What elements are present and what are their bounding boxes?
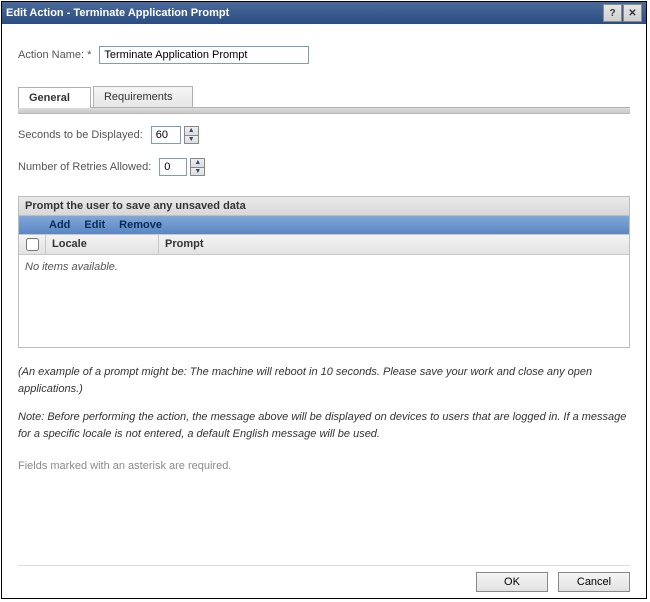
retries-input[interactable] (159, 158, 187, 176)
seconds-input[interactable] (151, 126, 181, 144)
tab-requirements[interactable]: Requirements (93, 86, 193, 107)
ok-button[interactable]: OK (476, 572, 548, 592)
dialog-buttons: OK Cancel (18, 565, 630, 592)
grid-body: No items available. (19, 255, 629, 347)
note-text: Note: Before performing the action, the … (18, 409, 630, 442)
retries-spin-up[interactable]: ▲ (191, 159, 204, 168)
dialog-title: Edit Action - Terminate Application Prom… (6, 7, 229, 19)
edit-button[interactable]: Edit (84, 219, 105, 231)
seconds-spin-up[interactable]: ▲ (185, 127, 198, 136)
tab-bar: General Requirements (18, 86, 630, 108)
titlebar: Edit Action - Terminate Application Prom… (2, 2, 646, 24)
select-all-cell (19, 235, 46, 254)
action-name-input[interactable] (99, 46, 309, 64)
prompt-panel: Prompt the user to save any unsaved data… (18, 196, 630, 348)
retries-row: Number of Retries Allowed: ▲ ▼ (18, 158, 630, 176)
action-name-row: Action Name: * (18, 46, 630, 64)
column-prompt[interactable]: Prompt (159, 235, 629, 254)
grid-header: Locale Prompt (19, 234, 629, 255)
seconds-label: Seconds to be Displayed: (18, 129, 143, 141)
seconds-row: Seconds to be Displayed: ▲ ▼ (18, 126, 630, 144)
prompt-toolbar: Add Edit Remove (19, 216, 629, 234)
close-icon: ✕ (628, 8, 636, 19)
column-locale[interactable]: Locale (46, 235, 159, 254)
seconds-spinner: ▲ ▼ (184, 126, 199, 144)
retries-spinner: ▲ ▼ (190, 158, 205, 176)
help-button[interactable]: ? (603, 4, 622, 22)
select-all-checkbox[interactable] (26, 238, 39, 251)
prompt-panel-title: Prompt the user to save any unsaved data (19, 197, 629, 216)
seconds-spin-down[interactable]: ▼ (185, 136, 198, 144)
retries-spin-down[interactable]: ▼ (191, 168, 204, 176)
remove-button[interactable]: Remove (119, 219, 162, 231)
dialog-content: Action Name: * General Requirements Seco… (2, 24, 646, 598)
tab-divider (18, 108, 630, 114)
dialog-window: Edit Action - Terminate Application Prom… (1, 1, 647, 599)
cancel-button[interactable]: Cancel (558, 572, 630, 592)
grid-empty-text: No items available. (25, 261, 118, 273)
add-button[interactable]: Add (49, 219, 70, 231)
action-name-label: Action Name: * (18, 49, 91, 61)
required-fields-note: Fields marked with an asterisk are requi… (18, 460, 630, 472)
example-text: (An example of a prompt might be: The ma… (18, 364, 630, 397)
close-button[interactable]: ✕ (623, 4, 642, 22)
retries-label: Number of Retries Allowed: (18, 161, 151, 173)
tab-general[interactable]: General (18, 87, 91, 108)
